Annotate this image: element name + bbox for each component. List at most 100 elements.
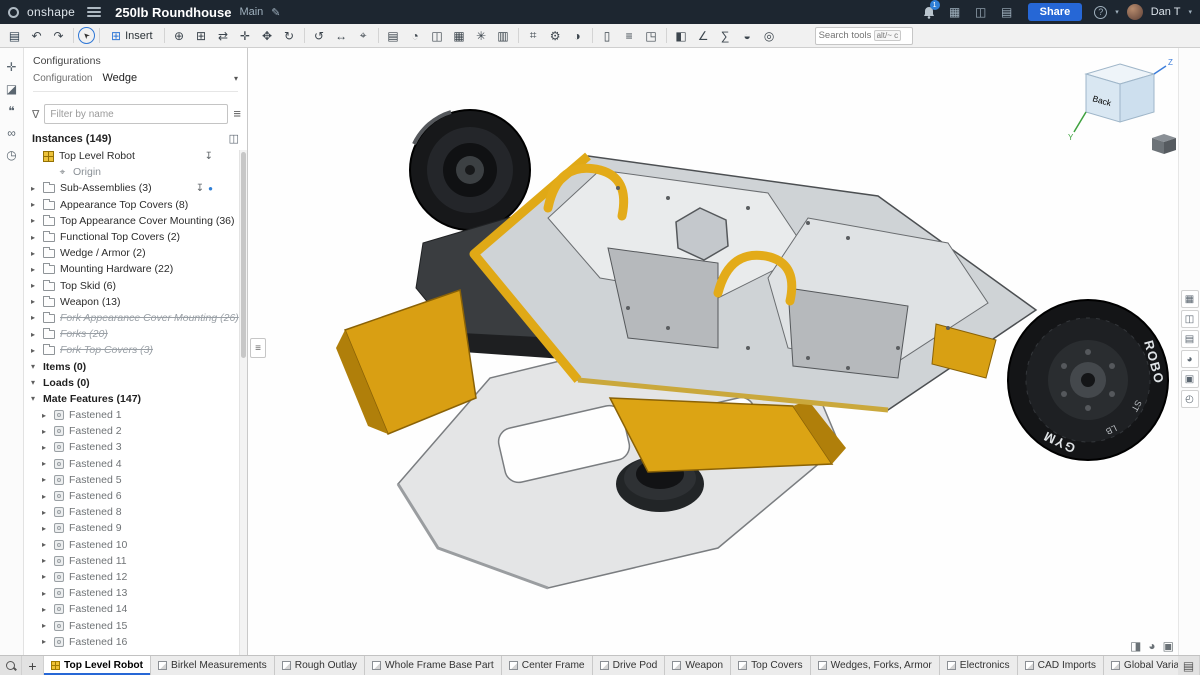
mate-feature-item[interactable]: ▸Fastened 4 bbox=[24, 456, 247, 472]
align-icon[interactable]: ⌖ bbox=[353, 26, 374, 46]
chevron-right-icon[interactable]: ▸ bbox=[39, 508, 49, 517]
appearance-icon[interactable]: ◒ bbox=[737, 26, 758, 46]
tree-item[interactable]: ▸Fork Appearance Cover Mounting (26) bbox=[24, 310, 247, 326]
linear-pattern-icon[interactable]: ▤ bbox=[383, 26, 404, 46]
chevron-right-icon[interactable]: ▸ bbox=[28, 233, 38, 242]
chevron-right-icon[interactable]: ▸ bbox=[28, 216, 38, 225]
sheet-icon[interactable]: ▯ bbox=[597, 26, 618, 46]
app-store-icon[interactable] bbox=[946, 4, 964, 20]
panel-toggle-icon[interactable] bbox=[4, 26, 25, 46]
chevron-right-icon[interactable]: ▸ bbox=[39, 411, 49, 420]
appearance-side-panel-icon[interactable]: ◕ bbox=[1181, 350, 1199, 368]
select-tool-icon[interactable] bbox=[78, 27, 95, 44]
mate-feature-item[interactable]: ▸Fastened 16 bbox=[24, 634, 247, 650]
appearance-panel-icon[interactable]: ◪ bbox=[0, 78, 24, 100]
bom-panel-icon[interactable]: ▤ bbox=[1181, 330, 1199, 348]
mirror-icon[interactable]: ◫ bbox=[427, 26, 448, 46]
tree-item[interactable]: ▸Fork Top Covers (3) bbox=[24, 342, 247, 358]
chevron-right-icon[interactable]: ▸ bbox=[39, 572, 49, 581]
tab-top-level-robot[interactable]: Top Level Robot bbox=[44, 656, 151, 675]
mate-feature-item[interactable]: ▸Fastened 1 bbox=[24, 407, 247, 423]
onshape-logo-icon[interactable] bbox=[8, 7, 19, 18]
rename-document-icon[interactable] bbox=[271, 3, 280, 21]
chevron-right-icon[interactable]: ▸ bbox=[28, 330, 38, 339]
learning-center-icon[interactable] bbox=[972, 4, 990, 20]
measure-icon[interactable]: ∠ bbox=[693, 26, 714, 46]
screenshot-icon[interactable] bbox=[1130, 639, 1141, 653]
tree-item[interactable]: ▸Functional Top Covers (2) bbox=[24, 229, 247, 245]
scrollbar-thumb[interactable] bbox=[241, 152, 246, 358]
tab-birkel-measurements[interactable]: Birkel Measurements bbox=[151, 656, 275, 675]
search-tools-box[interactable]: alt/~ c bbox=[815, 27, 913, 45]
mate-icon[interactable]: ⊕ bbox=[169, 26, 190, 46]
mate-feature-item[interactable]: ▸Fastened 2 bbox=[24, 423, 247, 439]
chevron-right-icon[interactable]: ▸ bbox=[39, 637, 49, 646]
tab-electronics[interactable]: Electronics bbox=[940, 656, 1018, 675]
chevron-right-icon[interactable]: ▸ bbox=[39, 427, 49, 436]
list-view-icon[interactable] bbox=[233, 105, 241, 123]
chevron-right-icon[interactable]: ▸ bbox=[39, 605, 49, 614]
help-menu-icon[interactable] bbox=[1094, 6, 1107, 19]
left-wheel[interactable] bbox=[410, 110, 530, 230]
section-view-icon[interactable]: ◧ bbox=[671, 26, 692, 46]
insert-button[interactable]: Insert bbox=[104, 26, 160, 46]
bom-icon[interactable]: ▥ bbox=[493, 26, 514, 46]
feedback-icon[interactable] bbox=[998, 4, 1016, 20]
follow-mode-icon[interactable]: ∞ bbox=[0, 122, 24, 144]
chevron-right-icon[interactable]: ▸ bbox=[39, 459, 49, 468]
section-header[interactable]: ▾Loads (0) bbox=[24, 375, 247, 391]
sync-icon[interactable]: ↧ bbox=[205, 151, 213, 162]
mate-feature-item[interactable]: ▸Fastened 3 bbox=[24, 439, 247, 455]
custom-tables-panel-icon[interactable]: ◫ bbox=[1181, 310, 1199, 328]
tree-item[interactable]: ▸Appearance Top Covers (8) bbox=[24, 197, 247, 213]
filter-icon[interactable] bbox=[32, 105, 39, 123]
mate-feature-item[interactable]: ▸Fastened 10 bbox=[24, 537, 247, 553]
user-menu[interactable]: Dan T bbox=[1151, 6, 1181, 18]
history-panel-icon[interactable]: ◷ bbox=[0, 144, 24, 166]
tree-item[interactable]: ▸Wedge / Armor (2) bbox=[24, 245, 247, 261]
chevron-down-icon[interactable]: ▾ bbox=[28, 378, 38, 387]
chevron-right-icon[interactable]: ▸ bbox=[39, 475, 49, 484]
mate-feature-item[interactable]: ▸Fastened 8 bbox=[24, 504, 247, 520]
tree-item[interactable]: ▸Forks (20) bbox=[24, 326, 247, 342]
comments-panel-icon[interactable]: ❝ bbox=[0, 100, 24, 122]
relation-icon[interactable]: ⇄ bbox=[213, 26, 234, 46]
viewport-canvas[interactable]: ROBO ST GYM LB Back Z Y ▾ bbox=[248, 48, 1178, 655]
chevron-right-icon[interactable]: ▸ bbox=[39, 540, 49, 549]
document-title[interactable]: 250lb Roundhouse bbox=[115, 5, 231, 20]
replicate-icon[interactable]: ▦ bbox=[449, 26, 470, 46]
graphics-area[interactable]: ROBO ST GYM LB Back Z Y ▾ bbox=[248, 48, 1178, 655]
undo-icon[interactable] bbox=[26, 26, 47, 46]
mate-feature-item[interactable]: ▸Fastened 9 bbox=[24, 520, 247, 536]
tree-item[interactable]: ▸Sub-Assemblies (3)↧● bbox=[24, 180, 247, 196]
tree-item[interactable]: ▸Top Appearance Cover Mounting (36) bbox=[24, 213, 247, 229]
mate-feature-item[interactable]: ▸Fastened 13 bbox=[24, 585, 247, 601]
move-icon[interactable]: ✥ bbox=[257, 26, 278, 46]
share-button[interactable]: Share bbox=[1028, 3, 1083, 21]
chevron-right-icon[interactable]: ▸ bbox=[28, 297, 38, 306]
search-tools-input[interactable] bbox=[819, 30, 871, 41]
chevron-right-icon[interactable]: ▸ bbox=[28, 184, 38, 193]
mate-feature-item[interactable]: ▸Fastened 6 bbox=[24, 488, 247, 504]
section-header[interactable]: ▾Items (0) bbox=[24, 358, 247, 374]
hide-show-icon[interactable]: ◎ bbox=[759, 26, 780, 46]
chevron-right-icon[interactable]: ▸ bbox=[28, 313, 38, 322]
chevron-right-icon[interactable]: ▸ bbox=[39, 621, 49, 630]
right-wheel[interactable]: ROBO ST GYM LB bbox=[1008, 300, 1168, 460]
mate-feature-item[interactable]: ▸Fastened 14 bbox=[24, 601, 247, 617]
mate-feature-item[interactable]: ▸Fastened 11 bbox=[24, 553, 247, 569]
versions-panel-icon[interactable]: ◴ bbox=[1181, 390, 1199, 408]
revolve-icon[interactable]: ↺ bbox=[309, 26, 330, 46]
mass-properties-icon[interactable]: ∑ bbox=[715, 26, 736, 46]
chevron-right-icon[interactable]: ▸ bbox=[28, 200, 38, 209]
rotate-icon[interactable]: ↻ bbox=[279, 26, 300, 46]
chevron-down-icon[interactable]: ▾ bbox=[28, 362, 38, 371]
notes-icon[interactable]: ≡ bbox=[619, 26, 640, 46]
chevron-right-icon[interactable]: ▸ bbox=[39, 556, 49, 565]
filter-input[interactable] bbox=[44, 104, 228, 124]
chevron-right-icon[interactable]: ▸ bbox=[28, 281, 38, 290]
fullscreen-icon[interactable] bbox=[1163, 639, 1174, 653]
translate-icon[interactable]: ↔ bbox=[331, 26, 352, 46]
robot-model[interactable]: ROBO ST GYM LB bbox=[336, 110, 1168, 588]
tab-drive-pod[interactable]: Drive Pod bbox=[593, 656, 666, 675]
